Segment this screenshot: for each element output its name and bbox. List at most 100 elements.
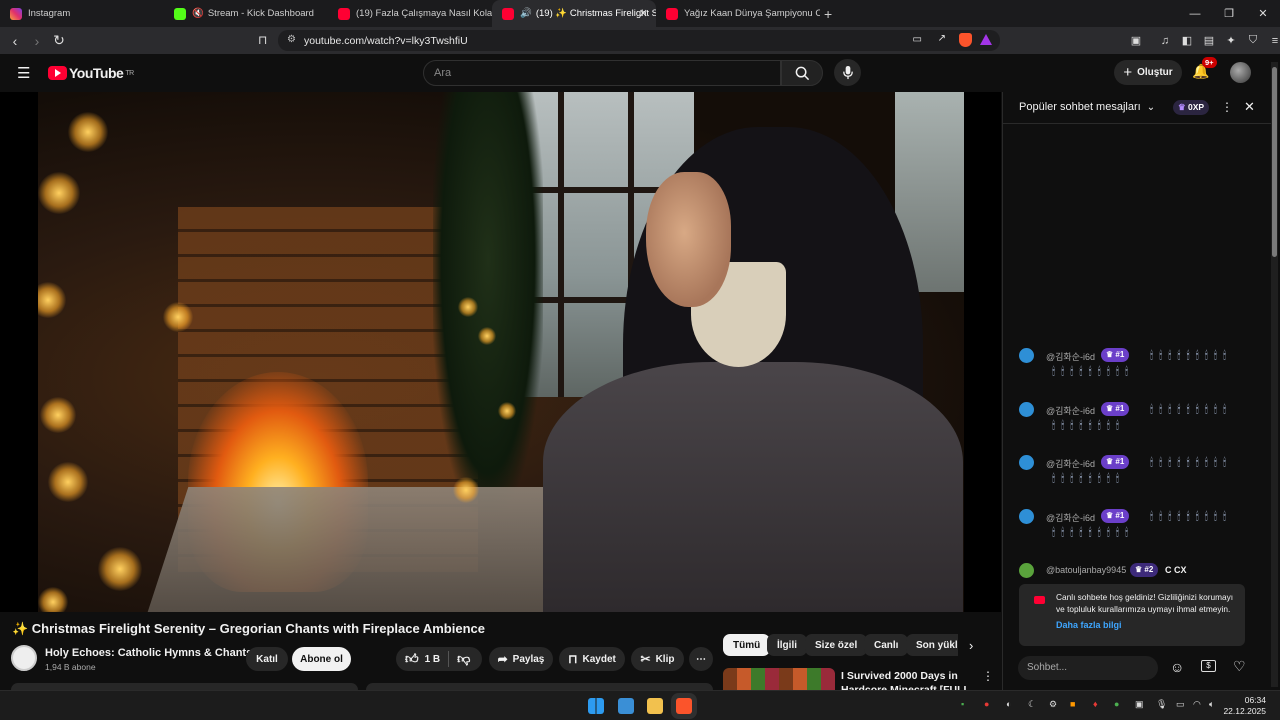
chat-scrollbar[interactable] bbox=[1271, 62, 1278, 687]
chat-author[interactable]: @batouljanbay9945 bbox=[1046, 565, 1126, 575]
super-chat-icon[interactable]: $ bbox=[1201, 660, 1216, 672]
screenshot-icon[interactable]: ▣ bbox=[1126, 31, 1146, 51]
tab-instagram[interactable]: Instagram bbox=[0, 0, 164, 27]
chip-for-you[interactable]: Size özel bbox=[805, 634, 868, 656]
cast-icon[interactable]: ▭ bbox=[913, 34, 922, 45]
bokeh-light bbox=[163, 302, 193, 332]
vpn-icon[interactable]: ⛉ bbox=[1243, 31, 1263, 51]
tray-icon[interactable]: ☾ bbox=[1028, 699, 1036, 710]
bokeh-light bbox=[38, 587, 68, 612]
tray-icon[interactable]: ♦ bbox=[1093, 699, 1098, 709]
search-button[interactable] bbox=[781, 60, 823, 86]
chip-all[interactable]: Tümü bbox=[723, 634, 771, 656]
scrollbar-thumb[interactable] bbox=[1272, 67, 1277, 257]
chevron-right-icon[interactable]: › bbox=[969, 638, 973, 653]
new-tab-button[interactable]: + bbox=[824, 6, 832, 22]
windows-start-icon[interactable] bbox=[588, 698, 604, 714]
menu-icon[interactable]: ≡ bbox=[1265, 31, 1280, 51]
emoji-icon[interactable]: ☺ bbox=[1170, 659, 1184, 675]
recommendation-thumbnail[interactable] bbox=[723, 668, 835, 690]
guide-menu-icon[interactable]: ☰ bbox=[17, 64, 30, 82]
site-info-icon[interactable]: ⚙ bbox=[287, 34, 296, 45]
bookmark-icon[interactable]: ⊓ bbox=[258, 33, 267, 47]
system-clock[interactable]: 06:34 22.12.2025 bbox=[1223, 695, 1266, 717]
notification-count-badge: 9+ bbox=[1202, 57, 1217, 68]
leo-ai-icon[interactable]: ✦ bbox=[1221, 31, 1241, 51]
close-icon[interactable]: ✕ bbox=[1244, 99, 1255, 115]
channel-avatar[interactable] bbox=[11, 645, 37, 671]
voice-search-button[interactable] bbox=[834, 59, 861, 86]
more-actions-button[interactable]: ⋯ bbox=[689, 647, 713, 671]
xp-badge[interactable]: ♛ 0XP bbox=[1173, 100, 1210, 115]
chat-mode-dropdown[interactable]: Popüler sohbet mesajları ⌄ bbox=[1019, 101, 1155, 113]
brave-browser-icon[interactable] bbox=[676, 698, 692, 714]
tray-icon[interactable]: ● bbox=[984, 699, 989, 709]
volume-icon[interactable]: 🔈︎ bbox=[1209, 699, 1214, 710]
subscriber-count: 1,94 B abone bbox=[45, 662, 96, 672]
back-icon[interactable]: ‹ bbox=[4, 33, 26, 49]
save-button[interactable]: ⊓ Kaydet bbox=[559, 647, 625, 671]
wallet-icon[interactable]: ▤ bbox=[1199, 31, 1219, 51]
chip-related[interactable]: İlgili bbox=[767, 634, 807, 656]
more-vertical-icon[interactable]: ⋮ bbox=[1221, 100, 1233, 114]
comment-box-top[interactable] bbox=[366, 683, 713, 690]
brave-shields-icon[interactable] bbox=[959, 33, 972, 47]
chip-recently-uploaded[interactable]: Son yükle bbox=[906, 634, 958, 656]
close-window-icon[interactable]: ✕ bbox=[1246, 7, 1280, 20]
search-input[interactable]: Ara bbox=[423, 60, 781, 86]
clip-button[interactable]: ✂ Klip bbox=[631, 647, 684, 671]
heart-icon[interactable]: ♡ bbox=[1233, 658, 1246, 675]
more-vertical-icon[interactable]: ⋮ bbox=[982, 669, 994, 683]
photos-app-icon[interactable] bbox=[618, 698, 634, 714]
network-icon[interactable]: ◠ bbox=[1193, 699, 1201, 710]
restore-icon[interactable]: ❐ bbox=[1212, 7, 1246, 20]
forward-icon[interactable]: › bbox=[26, 33, 48, 49]
video-player[interactable] bbox=[0, 92, 1001, 612]
youtube-logo[interactable]: YouTube TR bbox=[48, 65, 134, 81]
channel-name[interactable]: Holy Echoes: Catholic Hymns & Chants bbox=[45, 647, 252, 659]
tab-youtube-yagiz-kaan[interactable]: Yağız Kaan Dünya Şampiyonu Oldu! bbox=[656, 0, 820, 27]
media-icon[interactable]: ♫ bbox=[1155, 31, 1175, 51]
tray-icon[interactable]: ▣ bbox=[1135, 699, 1144, 710]
join-button[interactable]: Katıl bbox=[246, 647, 288, 671]
nun-face bbox=[646, 172, 731, 307]
brave-rewards-icon[interactable] bbox=[980, 34, 992, 45]
description-box-top[interactable] bbox=[11, 683, 358, 690]
reload-icon[interactable]: ↻ bbox=[48, 32, 70, 49]
tray-icon[interactable]: ⚙ bbox=[1049, 699, 1057, 710]
clock-date: 22.12.2025 bbox=[1223, 706, 1266, 716]
tab-kick-dashboard[interactable]: 🔇 Stream - Kick Dashboard bbox=[164, 0, 328, 27]
share-page-icon[interactable]: ↗ bbox=[938, 33, 946, 44]
learn-more-link[interactable]: Daha fazla bilgi bbox=[1056, 620, 1122, 630]
share-button[interactable]: ➦ Paylaş bbox=[489, 647, 553, 671]
tray-icon[interactable]: ▪ bbox=[961, 699, 964, 709]
tab-title: (19) Fazla Çalışmaya Nasıl Kolayca İkn bbox=[356, 8, 492, 19]
account-avatar[interactable] bbox=[1230, 62, 1251, 83]
avatar[interactable] bbox=[1019, 402, 1034, 417]
sidebar-icon[interactable]: ◧ bbox=[1177, 31, 1197, 51]
recommendation-title[interactable]: I Survived 2000 Days in Hardcore Minecra… bbox=[841, 669, 971, 690]
chip-live[interactable]: Canlı bbox=[864, 634, 909, 656]
tray-icon[interactable]: ■ bbox=[1070, 699, 1075, 709]
tray-icon[interactable]: ● bbox=[1114, 699, 1119, 709]
minimize-icon[interactable]: — bbox=[1178, 8, 1212, 20]
bokeh-light bbox=[68, 112, 108, 152]
avatar[interactable] bbox=[1019, 563, 1034, 578]
close-tab-icon[interactable]: ✕ bbox=[639, 7, 648, 20]
tab-youtube-christmas-firelight[interactable]: 🔊 (19) ✨ Christmas Firelight Se ✕ bbox=[492, 0, 656, 27]
avatar[interactable] bbox=[1019, 348, 1034, 363]
create-button[interactable]: + Oluştur bbox=[1114, 60, 1182, 85]
dislike-button[interactable]: 👎︎ bbox=[457, 651, 470, 667]
avatar[interactable] bbox=[1019, 509, 1034, 524]
video-frame[interactable] bbox=[38, 92, 964, 612]
avatar[interactable] bbox=[1019, 455, 1034, 470]
chat-input[interactable]: Sohbet... bbox=[1018, 656, 1158, 680]
like-button[interactable]: 👍︎ 1 B bbox=[405, 651, 440, 667]
tab-youtube-fazla-calisma[interactable]: (19) Fazla Çalışmaya Nasıl Kolayca İkn bbox=[328, 0, 492, 27]
display-icon[interactable]: ▭ bbox=[1176, 699, 1185, 710]
microphone-icon[interactable]: 🎙︎ bbox=[1156, 699, 1167, 710]
address-bar[interactable]: ⚙ youtube.com/watch?v=lky3TwshfiU ▭ ↗ bbox=[278, 30, 1000, 51]
tray-icon[interactable]: ◐ bbox=[1006, 699, 1011, 709]
file-explorer-icon[interactable] bbox=[647, 698, 663, 714]
subscribe-button[interactable]: Abone ol bbox=[292, 647, 351, 671]
